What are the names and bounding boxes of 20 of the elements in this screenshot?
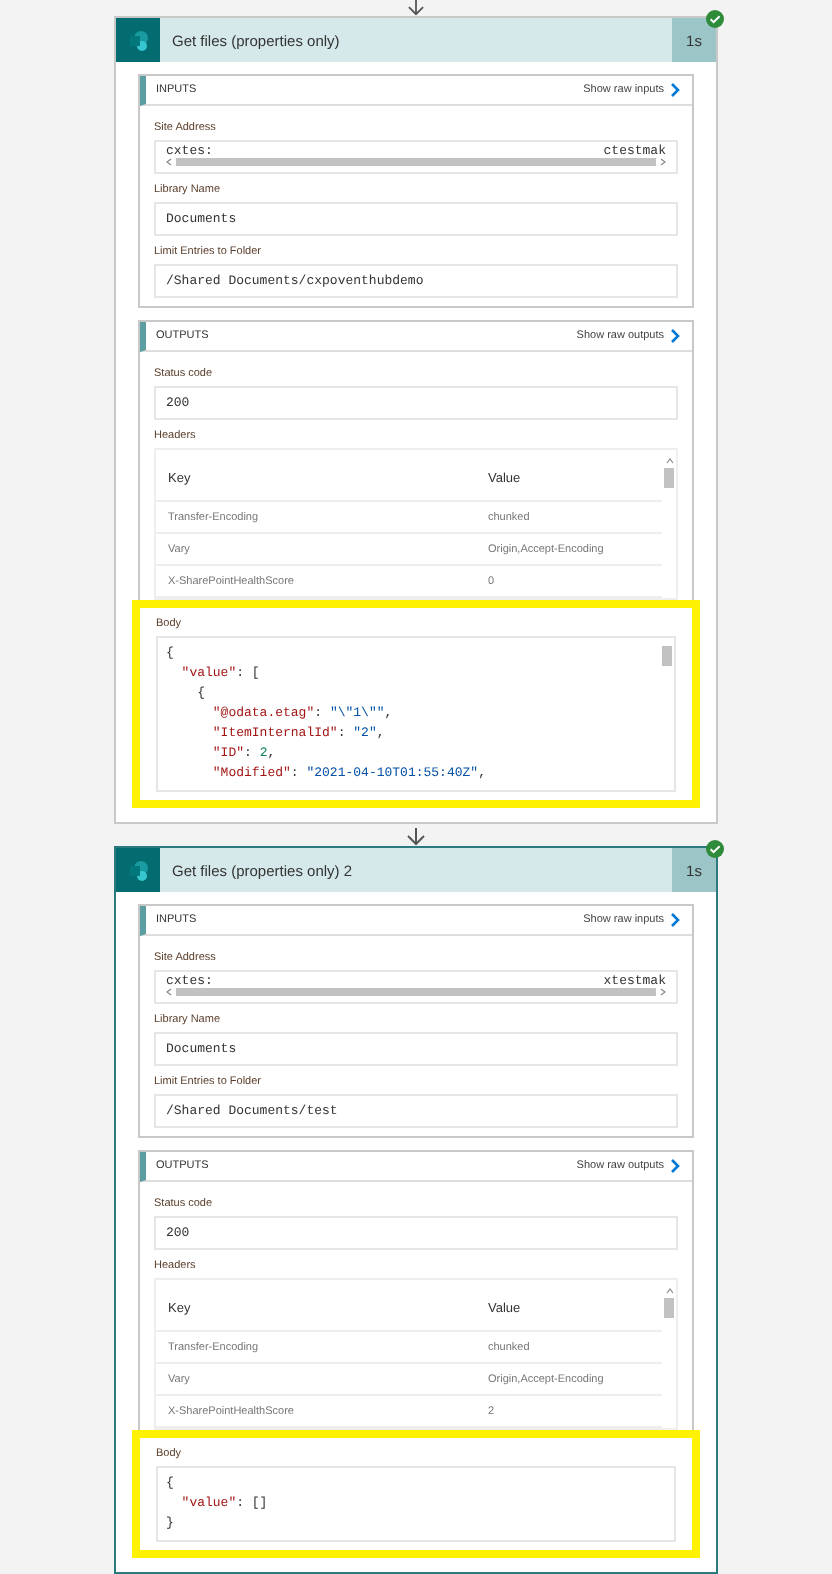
scrollbar-thumb[interactable] — [664, 468, 674, 488]
chevron-right-icon — [670, 82, 680, 98]
scrollbar-thumb[interactable] — [176, 988, 656, 996]
chevron-right-icon — [670, 912, 680, 928]
sharepoint-logo-icon — [116, 848, 160, 892]
scroll-left-icon[interactable] — [166, 988, 172, 996]
scroll-left-icon[interactable] — [166, 158, 172, 166]
scroll-up-icon[interactable] — [665, 1288, 673, 1294]
scroll-up-icon[interactable] — [665, 458, 673, 464]
chevron-right-icon — [670, 1158, 680, 1174]
scrollbar-thumb[interactable] — [176, 158, 656, 166]
down-arrow-icon — [406, 828, 426, 846]
scrollbar-thumb[interactable] — [662, 646, 672, 666]
down-arrow-icon — [406, 0, 426, 16]
scroll-right-icon[interactable] — [660, 988, 666, 996]
sharepoint-logo-icon — [116, 18, 160, 62]
scrollbar-thumb[interactable] — [664, 1298, 674, 1318]
scroll-right-icon[interactable] — [660, 158, 666, 166]
action-card[interactable] — [114, 846, 718, 1574]
chevron-right-icon — [670, 328, 680, 344]
